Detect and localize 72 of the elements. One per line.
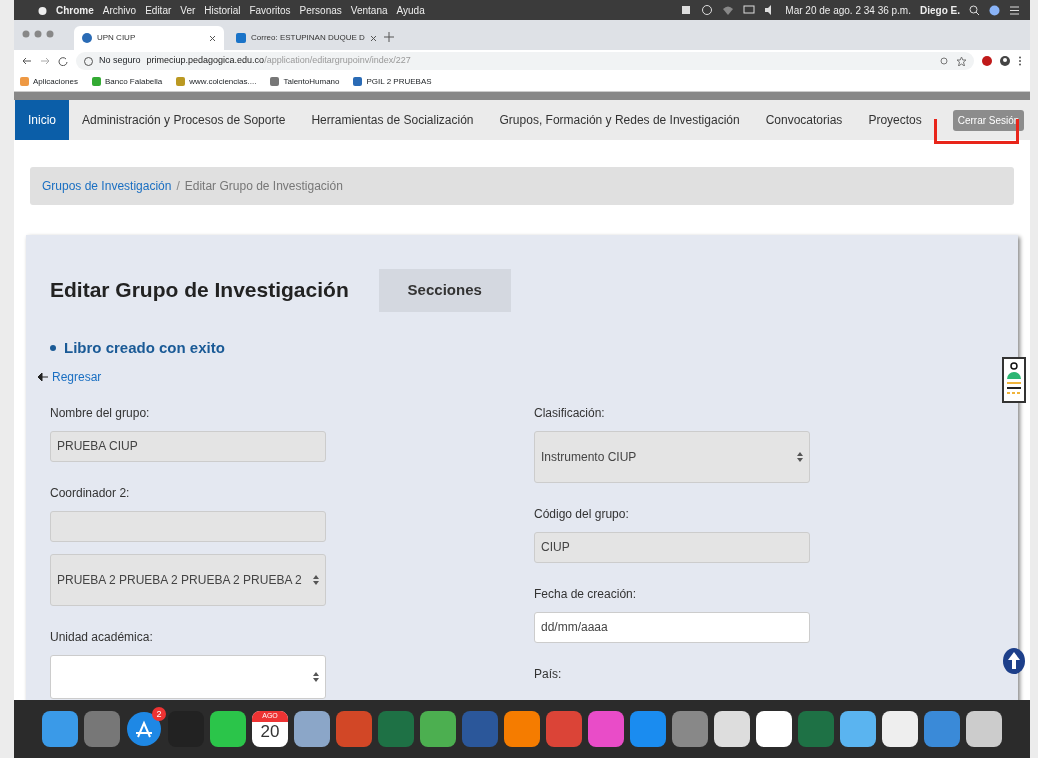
success-message: Libro creado con exito: [64, 338, 225, 358]
search-icon[interactable]: [969, 4, 980, 16]
field-label: Clasificación:: [534, 404, 606, 422]
reload-icon[interactable]: [58, 56, 68, 66]
wifi-icon[interactable]: [722, 4, 735, 16]
calendar-day: 20: [260, 721, 280, 742]
scroll-up-icon[interactable]: [1002, 647, 1026, 675]
bookmark-link[interactable]: Aplicaciones: [20, 75, 78, 88]
dropdown-arrows-icon: [313, 574, 319, 585]
more-icon[interactable]: [1018, 56, 1022, 66]
user-name[interactable]: Diego E.: [920, 2, 960, 18]
input-field[interactable]: dd/mm/aaaa: [534, 611, 810, 643]
input-field[interactable]: PRUEBA CIUP: [50, 430, 326, 462]
field-label: Fecha de creación:: [534, 585, 638, 603]
menu-item[interactable]: Favoritos: [249, 2, 291, 18]
url-text: primeciup.pedagogica.edu.co/application/editargrupoinv/index/227: [146, 54, 411, 68]
browser-tab[interactable]: Correo: ESTUPINAN DUQUE D: [228, 26, 378, 50]
back-icon[interactable]: [22, 56, 32, 66]
breadcrumb-item[interactable]: Grupos de Investigación: [42, 177, 172, 195]
input-field[interactable]: [50, 510, 326, 542]
menu-icon[interactable]: [1009, 4, 1020, 16]
menu-item[interactable]: Chrome: [56, 2, 94, 18]
select-field[interactable]: PRUEBA 2 PRUEBA 2 PRUEBA 2 PRUEBA 2: [50, 553, 326, 606]
app-store-icon[interactable]: [126, 711, 162, 747]
account-icon[interactable]: [1000, 56, 1010, 66]
input-field[interactable]: CIUP: [534, 531, 810, 563]
bookmark-link[interactable]: TalentoHumano: [270, 75, 340, 88]
field-label: Código del grupo:: [534, 505, 630, 523]
menubar-clock[interactable]: Mar 20 de ago. 2 34 36 p.m.: [785, 2, 911, 18]
nav-item[interactable]: Administración y Procesos de Soporte: [69, 100, 299, 140]
nav-item[interactable]: Proyectos: [855, 100, 935, 140]
breadcrumb-item: Editar Grupo de Investigación: [184, 178, 343, 195]
security-label: No seguro: [99, 54, 141, 68]
field-label: Coordinador 2:: [50, 484, 131, 502]
star-icon[interactable]: [957, 56, 966, 66]
plus-icon[interactable]: [384, 32, 394, 42]
menu-item[interactable]: Ver: [180, 2, 196, 18]
bookmark-link[interactable]: www.colciencias....: [176, 75, 257, 88]
back-link[interactable]: Regresar: [38, 367, 102, 386]
menu-item[interactable]: Ventana: [350, 2, 388, 18]
menu-item[interactable]: Personas: [299, 2, 342, 18]
nav-item[interactable]: Convocatorias: [752, 100, 856, 140]
badge-card-icon: [1002, 357, 1026, 403]
address-bar[interactable]: No seguro primeciup.pedagogica.edu.co/application/editargrupoinv/index/227: [76, 52, 974, 70]
nav-item[interactable]: Grupos, Formación y Redes de Investigación: [486, 100, 753, 140]
close-icon[interactable]: [209, 34, 216, 42]
select-field[interactable]: Instrumento CIUP: [534, 430, 810, 483]
dropdown-arrows-icon: [797, 451, 803, 462]
tab-title: Correo: ESTUPINAN DUQUE D: [251, 32, 365, 44]
browser-tab[interactable]: UPN CIUP: [74, 26, 224, 50]
menu-item[interactable]: Archivo: [102, 2, 137, 18]
sections-button[interactable]: Secciones: [378, 268, 511, 312]
menu-item[interactable]: Ayuda: [396, 2, 425, 18]
menu-item[interactable]: Historial: [204, 2, 241, 18]
nav-item[interactable]: Inicio: [15, 100, 69, 140]
field-label: País:: [534, 665, 563, 683]
display-icon[interactable]: [743, 4, 756, 16]
notification-badge: 2: [152, 707, 166, 721]
field-label: Unidad académica:: [50, 628, 154, 646]
menu-item[interactable]: Editar: [145, 2, 172, 18]
nav-item[interactable]: Herramientas de Socialización: [298, 100, 487, 140]
field-label: Nombre del grupo:: [50, 404, 151, 422]
bookmark-link[interactable]: Banco Falabella: [91, 75, 163, 88]
bullet-icon: [50, 345, 56, 352]
page-title: Editar Grupo de Investigación: [50, 277, 349, 303]
bookmark-link[interactable]: PGIL 2 PRUEBAS: [353, 75, 432, 88]
breadcrumb-separator: /: [176, 178, 180, 195]
close-icon[interactable]: [369, 34, 377, 42]
dropdown-arrows-icon: [313, 671, 319, 682]
arrow-left-icon: [38, 372, 48, 381]
tab-title: UPN CIUP: [97, 32, 137, 44]
select-field[interactable]: [50, 654, 326, 699]
